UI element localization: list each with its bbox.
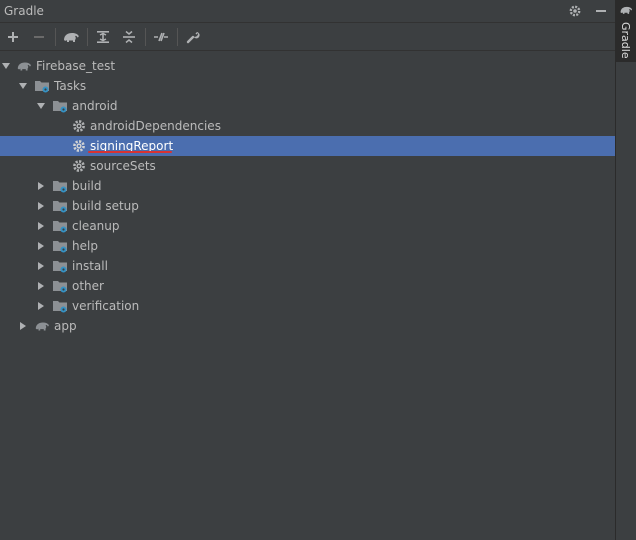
- toggle-offline-icon[interactable]: [150, 26, 172, 48]
- side-tab-label: Gradle: [619, 22, 632, 59]
- tree-node-tasks[interactable]: Tasks: [0, 76, 615, 96]
- collapsed-arrow-icon[interactable]: [35, 180, 47, 192]
- tree-node-label: android: [72, 99, 118, 113]
- collapsed-arrow-icon[interactable]: [35, 260, 47, 272]
- toolbar-separator: [55, 27, 56, 46]
- gear-icon[interactable]: [566, 2, 584, 20]
- tree-node-task-selected[interactable]: signingReport: [0, 136, 615, 156]
- expand-all-icon[interactable]: [92, 26, 114, 48]
- task-folder-icon: [52, 238, 68, 254]
- tree-node-group[interactable]: other: [0, 276, 615, 296]
- toolbar-separator: [177, 27, 178, 46]
- tree-node-label: cleanup: [72, 219, 120, 233]
- tree-node-group[interactable]: verification: [0, 296, 615, 316]
- tree-node-label: verification: [72, 299, 140, 313]
- gear-task-icon: [71, 158, 87, 174]
- expanded-arrow-icon[interactable]: [35, 100, 47, 112]
- toolbar-separator: [145, 27, 146, 46]
- toolbar-separator: [87, 27, 88, 46]
- tree-node-label: Tasks: [54, 79, 87, 93]
- tree-node-app[interactable]: app: [0, 316, 615, 336]
- tree-node-group[interactable]: help: [0, 236, 615, 256]
- gradle-project-icon: [16, 58, 32, 74]
- expanded-arrow-icon[interactable]: [0, 60, 12, 72]
- task-folder-icon: [52, 278, 68, 294]
- tree-node-label: other: [72, 279, 104, 293]
- gear-task-icon: [71, 138, 87, 154]
- tree-node-task[interactable]: androidDependencies: [0, 116, 615, 136]
- tree-node-label: help: [72, 239, 98, 253]
- task-folder-icon: [52, 218, 68, 234]
- tree-node-label: build setup: [72, 199, 139, 213]
- add-icon[interactable]: [2, 26, 24, 48]
- tree-node-label: install: [72, 259, 108, 273]
- tree-node-android[interactable]: android: [0, 96, 615, 116]
- tree-node-label: sourceSets: [90, 159, 156, 173]
- task-folder-icon: [52, 298, 68, 314]
- task-folder-icon: [52, 258, 68, 274]
- collapsed-arrow-icon[interactable]: [35, 280, 47, 292]
- gear-task-icon: [71, 118, 87, 134]
- tree-node-root[interactable]: Firebase_test: [0, 56, 615, 76]
- panel-header: Gradle: [0, 0, 615, 23]
- collapsed-arrow-icon[interactable]: [17, 320, 29, 332]
- collapsed-arrow-icon[interactable]: [35, 220, 47, 232]
- remove-icon[interactable]: [28, 26, 50, 48]
- gradle-elephant-icon[interactable]: [60, 26, 82, 48]
- tree-node-group[interactable]: build: [0, 176, 615, 196]
- tree-node-label: androidDependencies: [90, 119, 221, 133]
- gradle-tool-window: Gradle Firebase_test Tasks android andro…: [0, 0, 615, 540]
- tree-node-group[interactable]: install: [0, 256, 615, 276]
- red-underline-annotation: [88, 151, 172, 153]
- minimize-icon[interactable]: [592, 2, 610, 20]
- tree-node-label: app: [54, 319, 77, 333]
- collapsed-arrow-icon[interactable]: [35, 300, 47, 312]
- collapse-all-icon[interactable]: [118, 26, 140, 48]
- settings-wrench-icon[interactable]: [182, 26, 204, 48]
- tree-node-group[interactable]: build setup: [0, 196, 615, 216]
- expanded-arrow-icon[interactable]: [17, 80, 29, 92]
- gradle-module-icon: [34, 318, 50, 334]
- task-folder-icon: [34, 78, 50, 94]
- collapsed-arrow-icon[interactable]: [35, 240, 47, 252]
- tree-node-group[interactable]: cleanup: [0, 216, 615, 236]
- tree-node-label: build: [72, 179, 102, 193]
- gradle-side-tab[interactable]: Gradle: [616, 0, 636, 62]
- panel-title: Gradle: [4, 4, 44, 18]
- task-folder-icon: [52, 198, 68, 214]
- tree-node-label: Firebase_test: [36, 59, 116, 73]
- task-folder-icon: [52, 98, 68, 114]
- right-tool-strip: Gradle: [615, 0, 636, 540]
- collapsed-arrow-icon[interactable]: [35, 200, 47, 212]
- task-folder-icon: [52, 178, 68, 194]
- gradle-toolbar: [0, 23, 615, 51]
- tree-node-task[interactable]: sourceSets: [0, 156, 615, 176]
- gradle-elephant-icon: [619, 4, 633, 19]
